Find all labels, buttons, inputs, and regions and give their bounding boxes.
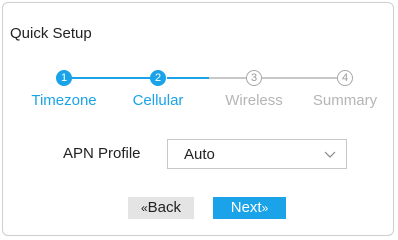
step-2-label[interactable]: Cellular xyxy=(133,92,184,109)
next-button-label: Next xyxy=(230,199,262,216)
next-button[interactable]: Next» xyxy=(213,197,286,219)
back-button-label: Back xyxy=(147,199,182,216)
step-1-indicator[interactable]: 1 xyxy=(56,70,72,86)
panel-title: Quick Setup xyxy=(10,25,92,42)
setup-stepper: 1 2 3 4 Timezone Cellular Wireless Summa… xyxy=(3,68,395,118)
next-arrow-icon: » xyxy=(261,201,269,215)
step-connector-1-2 xyxy=(69,77,155,79)
back-button[interactable]: «Back xyxy=(128,197,194,219)
step-3-label[interactable]: Wireless xyxy=(225,92,283,109)
step-3-indicator[interactable]: 3 xyxy=(246,70,262,86)
chevron-down-icon xyxy=(324,151,336,158)
apn-profile-label: APN Profile xyxy=(63,145,141,162)
step-4-label[interactable]: Summary xyxy=(313,92,377,109)
step-1-label[interactable]: Timezone xyxy=(31,92,96,109)
quick-setup-panel: Quick Setup 1 2 3 4 Timezone Cellular Wi… xyxy=(2,2,394,236)
back-arrow-icon: « xyxy=(140,201,148,215)
step-2-indicator[interactable]: 2 xyxy=(150,70,166,86)
step-connector-3-4 xyxy=(259,77,339,79)
apn-profile-select[interactable]: Auto xyxy=(167,139,347,169)
step-connector-2-3-remaining xyxy=(209,77,249,79)
apn-profile-value: Auto xyxy=(184,146,215,163)
step-4-indicator[interactable]: 4 xyxy=(337,70,353,86)
